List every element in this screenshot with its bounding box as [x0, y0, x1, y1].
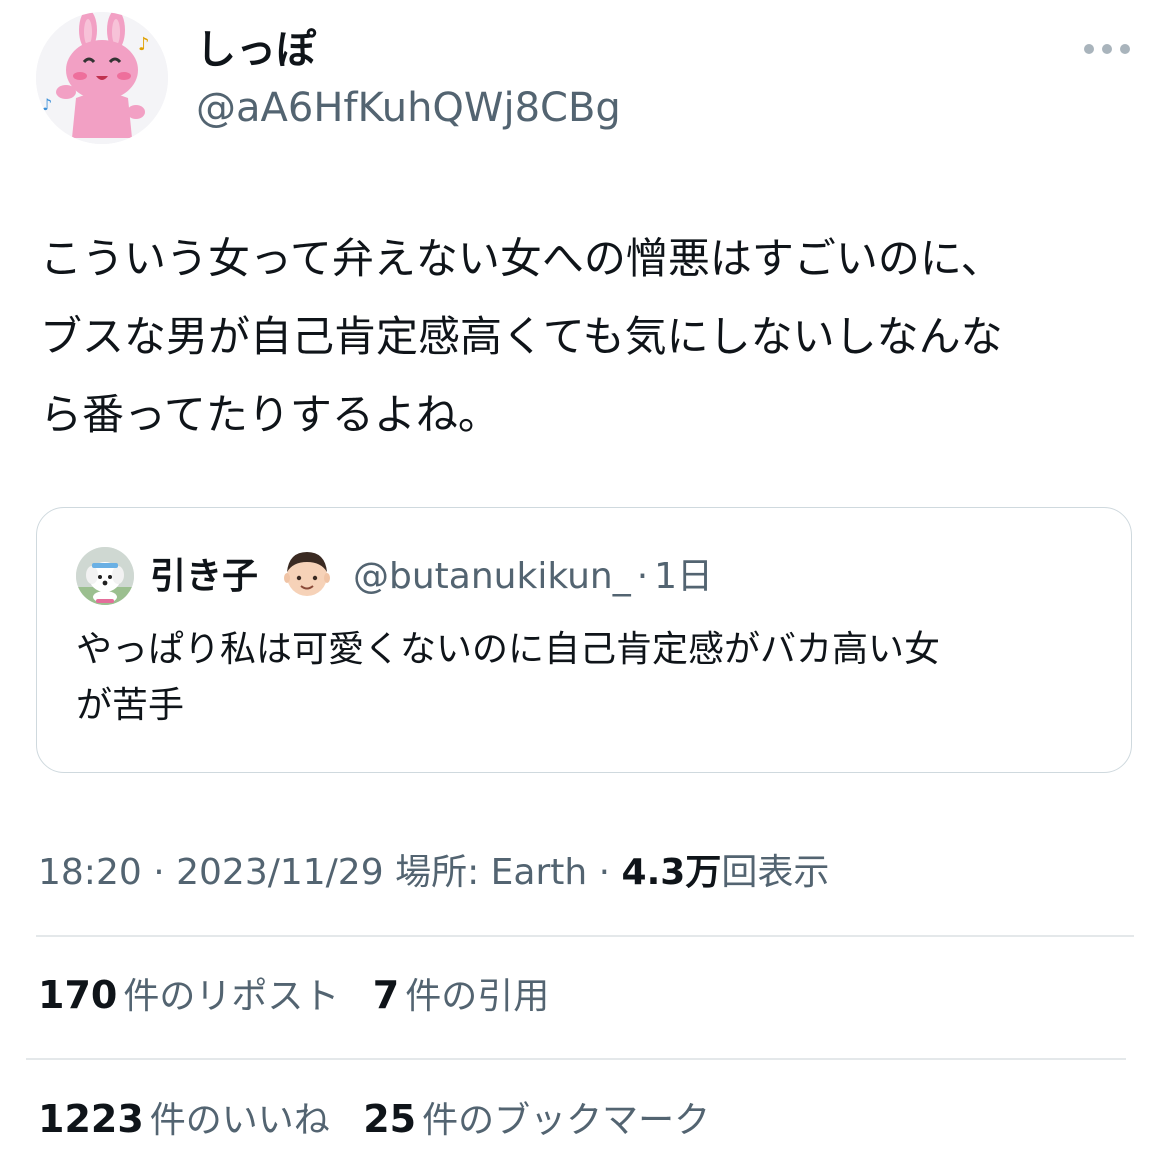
quote-time[interactable]: 1日 [654, 556, 713, 597]
bookmarks-stat[interactable]: 25 件のブックマーク [363, 1097, 711, 1141]
divider [26, 1058, 1126, 1060]
author-avatar[interactable]: ♪ ♪ [36, 12, 168, 144]
views-label: 回表示 [721, 852, 830, 893]
separator-dot: · [598, 852, 611, 893]
stats-row-likes: 1223 件のいいね 25 件のブックマーク [38, 1096, 710, 1144]
likes-stat[interactable]: 1223 件のいいね [38, 1097, 330, 1141]
author-handle[interactable]: @aA6HfKuhQWj8CBg [196, 82, 621, 134]
quote-author-name[interactable]: 引き子 [150, 554, 258, 600]
author-display-name[interactable]: しっぽ [196, 24, 316, 76]
quotes-count: 7 [372, 973, 400, 1017]
tweet-text-line: ブスな男が自己肯定感高くても気にしないしなんな [40, 312, 1003, 361]
reposts-count: 170 [38, 973, 118, 1017]
tweet-location: 場所: Earth [395, 852, 588, 893]
tweet-meta: 18:20 · 2023/11/29 場所: Earth · 4.3万回表示 [38, 850, 829, 896]
bookmarks-label: 件のブックマーク [422, 1100, 711, 1141]
white-dog-avatar [76, 547, 134, 605]
tweet-time[interactable]: 18:20 [38, 852, 142, 893]
quote-author-handle-and-time[interactable]: @butanukikun_ · 1日 [353, 554, 713, 600]
quotes-label: 件の引用 [405, 976, 550, 1017]
more-dots-icon[interactable] [1084, 44, 1130, 58]
svg-text:♪: ♪ [42, 95, 52, 114]
pink-rabbit-avatar: ♪ ♪ [36, 12, 168, 144]
quote-text-line: が苦手 [76, 685, 185, 726]
divider [36, 935, 1134, 937]
quote-author-avatar[interactable] [76, 547, 134, 605]
tweet-text-line: ら番ってたりするよね。 [40, 390, 500, 439]
bookmarks-count: 25 [363, 1097, 417, 1141]
quotes-stat[interactable]: 7 件の引用 [372, 973, 550, 1017]
quote-text: やっぱり私は可愛くないのに自己肯定感がバカ高い女 が苦手 [76, 622, 1106, 734]
svg-text:♪: ♪ [138, 34, 150, 55]
likes-label: 件のいいね [149, 1100, 330, 1141]
boy-emoji [279, 546, 335, 602]
stats-row-reposts: 170 件のリポスト 7 件の引用 [38, 972, 549, 1020]
reposts-label: 件のリポスト [123, 976, 340, 1017]
quote-text-line: やっぱり私は可愛くないのに自己肯定感がバカ高い女 [76, 629, 941, 670]
reposts-stat[interactable]: 170 件のリポスト [38, 973, 340, 1017]
views-count: 4.3万 [621, 852, 722, 893]
tweet-date[interactable]: 2023/11/29 [176, 852, 384, 893]
likes-count: 1223 [38, 1097, 144, 1141]
separator-dot: · [153, 852, 165, 893]
separator-dot: · [636, 556, 649, 597]
tweet-text-line: こういう女って弁えない女への憎悪はすごいのに、 [40, 234, 1003, 283]
tweet-text: こういう女って弁えない女への憎悪はすごいのに、 ブスな男が自己肯定感高くても気に… [40, 220, 1140, 454]
quote-author-handle[interactable]: @butanukikun_ [353, 556, 631, 597]
